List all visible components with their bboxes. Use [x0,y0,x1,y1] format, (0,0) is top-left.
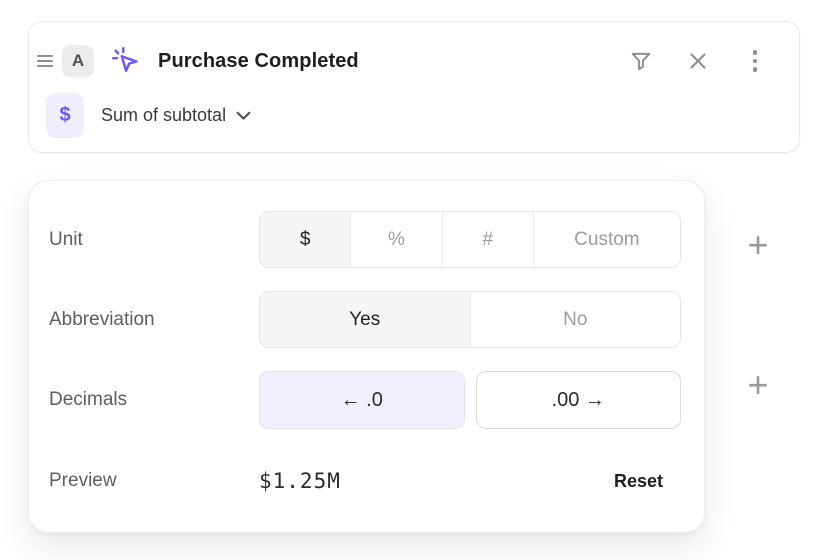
decimals-row: Decimals ← .0 .00 → [49,371,679,429]
close-icon[interactable] [686,49,710,73]
event-card: A Purchase Completed [28,21,800,153]
decimals-controls: ← .0 .00 → [259,371,681,429]
preview-cell: $1.25M Reset [259,469,679,493]
event-row-badge: A [62,45,94,77]
event-card-header: A Purchase Completed [37,44,781,78]
click-event-icon [110,46,142,76]
filter-icon[interactable] [629,49,653,73]
abbreviation-option-no[interactable]: No [471,292,681,347]
unit-segmented-control: $ % # Custom [259,211,681,268]
preview-row: Preview $1.25M Reset [49,452,679,510]
unit-option-custom[interactable]: Custom [534,212,680,267]
unit-option-percent[interactable]: % [351,212,442,267]
preview-label: Preview [49,470,259,492]
unit-option-number[interactable]: # [443,212,534,267]
metric-selector[interactable]: $ Sum of subtotal [46,93,799,138]
event-title: Purchase Completed [158,50,359,73]
decimals-decrease-button[interactable]: ← .0 [259,371,465,429]
add-button-top[interactable]: + [736,221,780,269]
decimals-increase-button[interactable]: .00 → [476,371,682,429]
abbreviation-segmented-control: Yes No [259,291,681,348]
metric-label: Sum of subtotal [101,105,226,126]
unit-row: Unit $ % # Custom [49,211,679,268]
unit-label: Unit [49,229,259,251]
event-card-actions [629,49,781,73]
more-options-icon[interactable] [743,49,767,73]
currency-icon: $ [46,93,84,138]
chevron-down-icon[interactable] [236,111,251,121]
drag-handle-icon[interactable] [37,51,53,71]
decimals-label: Decimals [49,389,259,411]
abbreviation-row: Abbreviation Yes No [49,291,679,348]
unit-option-dollar[interactable]: $ [260,212,351,267]
preview-value: $1.25M [259,469,341,493]
reset-button[interactable]: Reset [614,471,663,492]
add-button-bottom[interactable]: + [736,361,780,409]
abbreviation-label: Abbreviation [49,309,259,331]
number-format-panel: Unit $ % # Custom Abbreviation Yes No De… [28,180,705,533]
abbreviation-option-yes[interactable]: Yes [260,292,471,347]
